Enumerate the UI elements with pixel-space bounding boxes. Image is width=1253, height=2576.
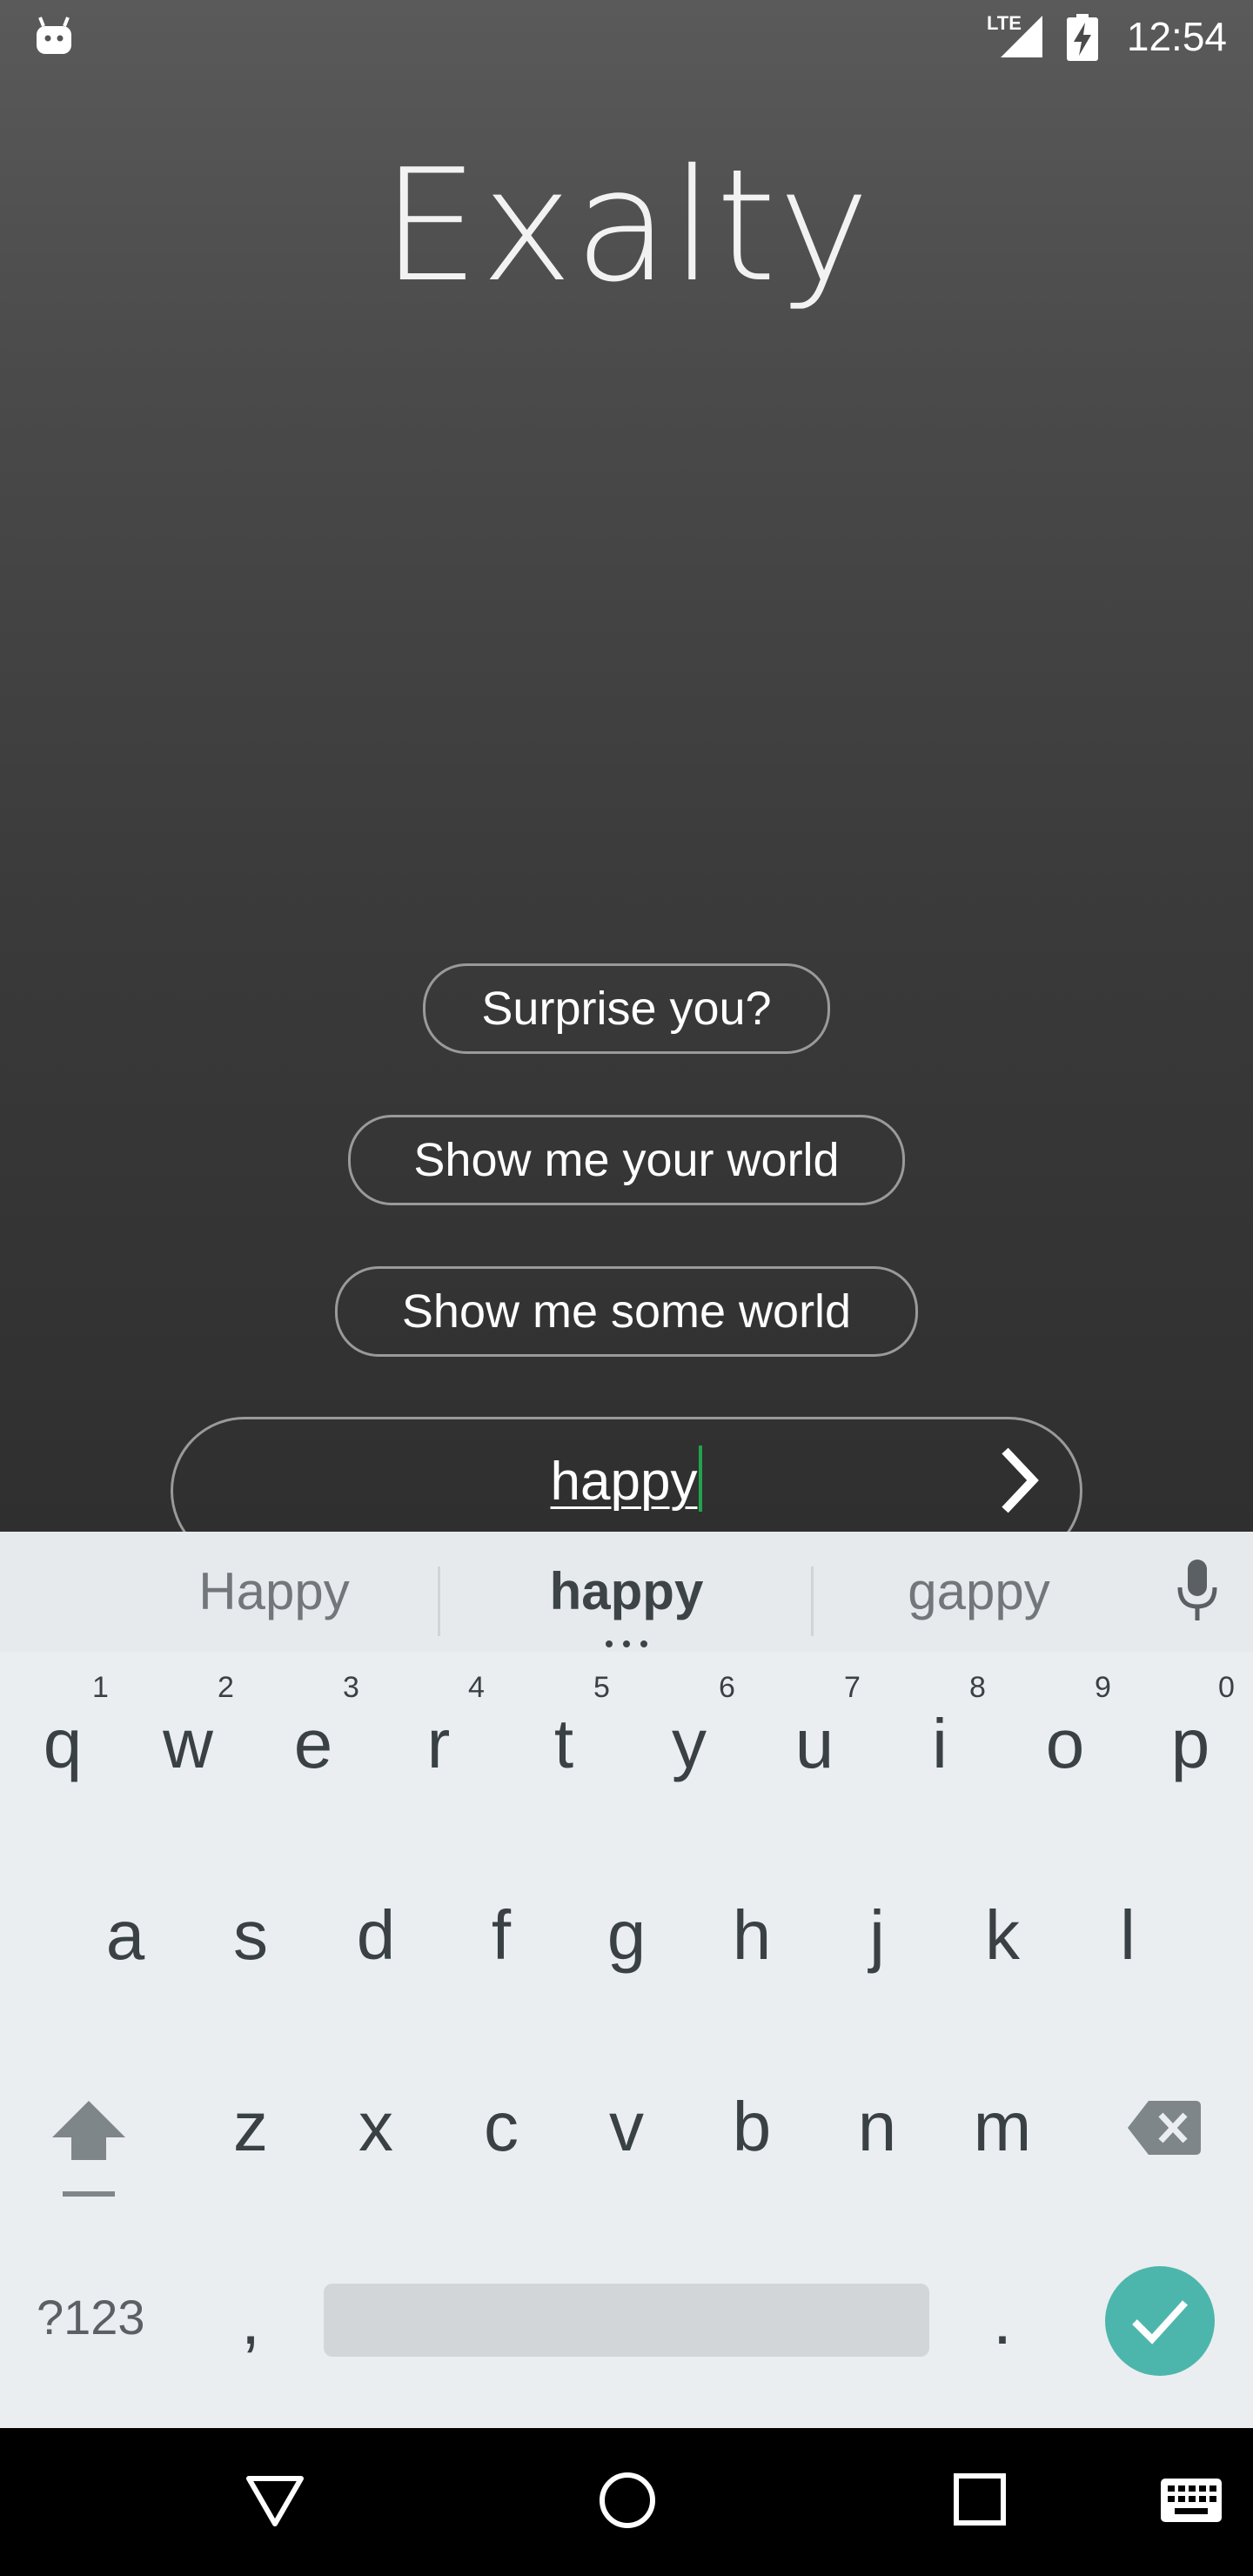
suggestion-left[interactable]: Happy [148, 1532, 400, 1652]
key-i[interactable]: i [877, 1704, 1002, 1784]
signal-icon [1001, 16, 1042, 57]
app-screen: LTE 12:54 Exalty Surprise you? Show me y… [0, 0, 1253, 1532]
battery-charging-icon [1067, 14, 1098, 61]
key-hint: 5 [593, 1671, 610, 1704]
shift-icon[interactable] [50, 2097, 127, 2198]
key-hint: 7 [844, 1671, 861, 1704]
key-a[interactable]: a [63, 1895, 188, 1976]
key-r[interactable]: r [376, 1704, 501, 1784]
key-b[interactable]: b [689, 2087, 814, 2167]
key-x[interactable]: x [313, 2087, 439, 2167]
recents-icon[interactable] [954, 2473, 1006, 2526]
key-period[interactable]: . [940, 2280, 1065, 2360]
key-w[interactable]: w [125, 1704, 251, 1784]
spacebar[interactable] [324, 2284, 929, 2357]
suggestion-strip: Happy happy gappy [0, 1532, 1253, 1652]
key-m[interactable]: m [940, 2087, 1065, 2167]
checkmark-icon [1132, 2300, 1188, 2345]
key-hint: 0 [1218, 1671, 1235, 1704]
key-v[interactable]: v [564, 2087, 689, 2167]
key-hint: 1 [92, 1671, 109, 1704]
key-n[interactable]: n [814, 2087, 940, 2167]
backspace-icon[interactable] [1126, 2099, 1203, 2157]
key-comma[interactable]: , [188, 2280, 313, 2360]
text-cursor [699, 1446, 703, 1512]
suggestion-divider [438, 1566, 440, 1636]
key-d[interactable]: d [313, 1895, 439, 1976]
key-p[interactable]: p [1128, 1704, 1253, 1784]
suggestion-center[interactable]: happy [513, 1532, 740, 1652]
app-title: Exalty [381, 136, 872, 316]
key-s[interactable]: s [188, 1895, 313, 1976]
home-icon[interactable] [599, 2472, 656, 2529]
chip-show-me-some-world[interactable]: Show me some world [335, 1266, 918, 1357]
key-g[interactable]: g [564, 1895, 689, 1976]
back-icon[interactable] [245, 2475, 305, 2527]
key-z[interactable]: z [188, 2087, 313, 2167]
status-bar: LTE 12:54 [0, 0, 1253, 73]
key-hint: 3 [343, 1671, 359, 1704]
suggestion-divider [811, 1566, 814, 1636]
status-time: 12:54 [1126, 14, 1227, 59]
chevron-right-icon[interactable] [993, 1446, 1045, 1515]
key-hint: 9 [1095, 1671, 1111, 1704]
message-input[interactable]: happy [171, 1417, 1082, 1532]
key-l[interactable]: l [1065, 1895, 1190, 1976]
input-value: happy [550, 1452, 698, 1512]
key-k[interactable]: k [940, 1895, 1065, 1976]
symbols-key[interactable]: ?123 [37, 2289, 145, 2345]
key-h[interactable]: h [689, 1895, 814, 1976]
android-notification-icon [37, 17, 71, 54]
navigation-bar [0, 2428, 1253, 2576]
more-suggestions-dots-icon[interactable] [605, 1640, 648, 1648]
key-u[interactable]: u [752, 1704, 877, 1784]
key-c[interactable]: c [439, 2087, 564, 2167]
key-hint: 6 [719, 1671, 735, 1704]
key-hint: 2 [218, 1671, 234, 1704]
keyboard-switch-icon[interactable] [1161, 2479, 1222, 2522]
chip-show-me-your-world[interactable]: Show me your world [348, 1115, 905, 1205]
key-j[interactable]: j [814, 1895, 940, 1976]
microphone-icon[interactable] [1173, 1558, 1222, 1624]
key-y[interactable]: y [626, 1704, 752, 1784]
key-hint: 8 [969, 1671, 986, 1704]
key-o[interactable]: o [1002, 1704, 1128, 1784]
key-q[interactable]: q [0, 1704, 125, 1784]
key-t[interactable]: t [501, 1704, 626, 1784]
key-f[interactable]: f [439, 1895, 564, 1976]
chip-surprise-you[interactable]: Surprise you? [423, 963, 830, 1054]
key-hint: 4 [468, 1671, 485, 1704]
key-e[interactable]: e [251, 1704, 376, 1784]
enter-button[interactable] [1105, 2266, 1215, 2376]
message-input-text[interactable]: happy [173, 1446, 1080, 1517]
suggestion-right[interactable]: gappy [870, 1532, 1088, 1652]
